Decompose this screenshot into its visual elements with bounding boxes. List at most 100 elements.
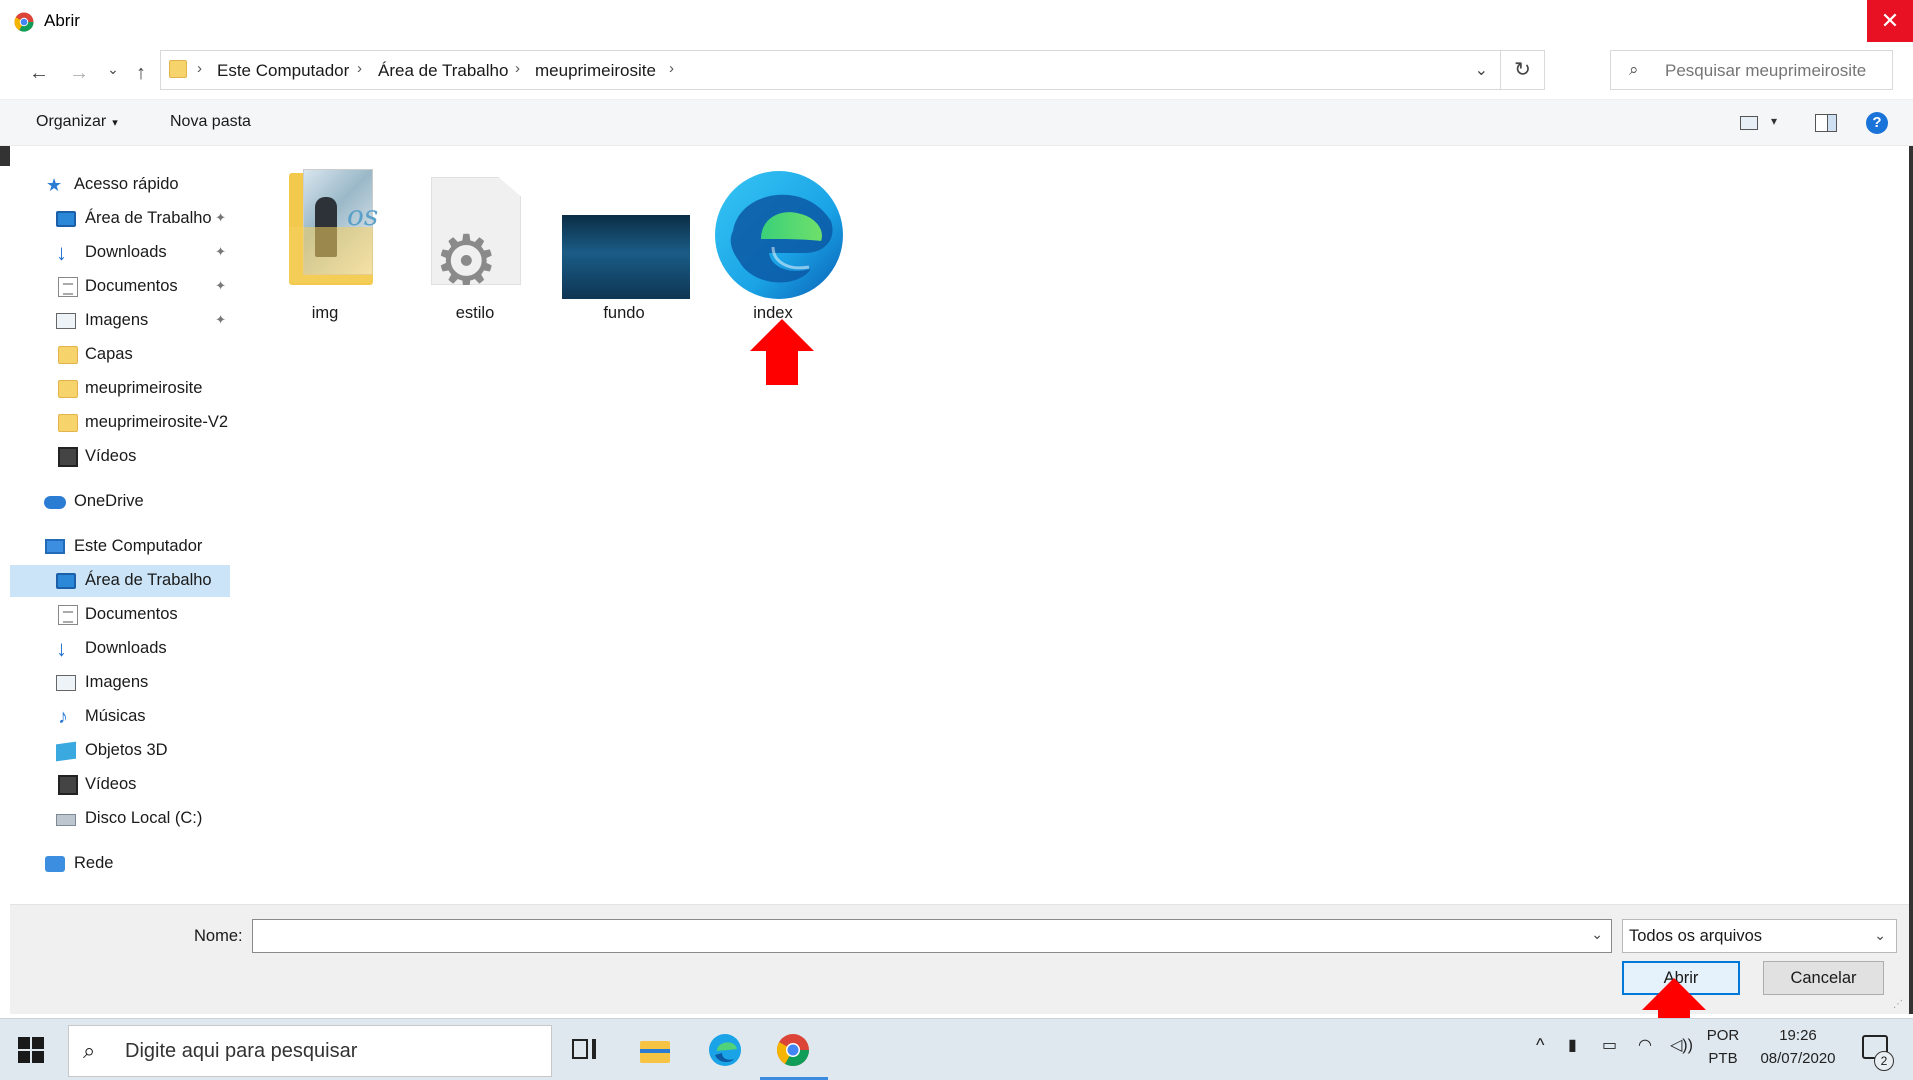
file-name-label: Nome:	[194, 927, 243, 945]
folder-icon	[169, 60, 187, 78]
volume-icon[interactable]: ◁))	[1670, 1035, 1693, 1055]
file-explorer-icon[interactable]	[638, 1033, 672, 1067]
desktop-icon	[56, 211, 76, 227]
windows-start-icon[interactable]	[18, 1037, 44, 1063]
breadcrumb-meuprimeirosite[interactable]: meuprimeirosite	[535, 61, 656, 81]
file-item-fundo[interactable]: fundo	[554, 159, 694, 322]
sidebar-item-label: Downloads	[85, 639, 167, 657]
computer-icon	[45, 539, 65, 554]
sidebar-item-this-pc[interactable]: Este Computador	[10, 531, 230, 563]
videos-icon	[58, 447, 78, 467]
help-icon[interactable]: ?	[1866, 112, 1888, 134]
address-dropdown-button[interactable]: ⌄	[1475, 60, 1488, 80]
breadcrumb-separator: ›	[197, 60, 202, 77]
view-options-icon[interactable]	[1740, 116, 1758, 130]
view-options-caret[interactable]: ▾	[1771, 114, 1777, 128]
keyboard-layout[interactable]: PTB	[1706, 1050, 1740, 1067]
sidebar-item-onedrive[interactable]: OneDrive	[10, 486, 230, 518]
resize-grip-icon[interactable]: ⋰	[1893, 999, 1903, 1010]
taskbar-search-box[interactable]: ⌕ Digite aqui para pesquisar	[68, 1025, 552, 1077]
sidebar-item-label: Rede	[74, 854, 114, 872]
window-border	[1909, 44, 1913, 1014]
file-item-index[interactable]: index	[703, 159, 843, 322]
up-button[interactable]: ↑	[128, 60, 154, 86]
sidebar-item-quick-documents[interactable]: Documentos ✦	[10, 271, 230, 303]
breadcrumb-separator: ›	[669, 60, 674, 77]
3d-objects-icon	[56, 741, 76, 762]
open-file-dialog: Abrir ✕ ← → ⌄ ↑ › Este Computador › Área…	[0, 0, 1913, 1080]
sidebar-item-pc-music[interactable]: ♪ Músicas	[10, 701, 230, 733]
document-icon	[58, 277, 78, 297]
sidebar-item-label: Imagens	[85, 311, 149, 329]
organize-label: Organizar	[36, 113, 107, 130]
recent-locations-button[interactable]: ⌄	[100, 56, 126, 82]
sidebar-item-pc-desktop[interactable]: Área de Trabalho	[10, 565, 230, 597]
sidebar-item-label: Documentos	[85, 605, 178, 623]
file-type-value: Todos os arquivos	[1629, 927, 1762, 945]
sidebar-item-quick-downloads[interactable]: ↓ Downloads ✦	[10, 237, 230, 269]
sidebar-item-quick-videos[interactable]: Vídeos	[10, 441, 230, 473]
file-name: estilo	[455, 304, 495, 322]
navigation-pane: ★ Acesso rápido Área de Trabalho ✦ ↓ Dow…	[10, 147, 233, 907]
css-file-icon: ⚙	[431, 177, 521, 285]
file-item-img[interactable]: os img	[255, 159, 395, 322]
address-bar[interactable]: › Este Computador › Área de Trabalho › m…	[160, 50, 1545, 90]
pictures-icon	[56, 313, 76, 329]
file-item-estilo[interactable]: ⚙ estilo	[405, 159, 545, 322]
breadcrumb-area-de-trabalho[interactable]: Área de Trabalho	[378, 61, 508, 81]
pin-icon: ✦	[215, 244, 226, 259]
search-icon: ⌕	[83, 1038, 96, 1063]
file-name-input[interactable]	[259, 925, 1569, 949]
sidebar-item-meuprimeirosite-v2[interactable]: meuprimeirosite-V2	[10, 407, 230, 439]
new-folder-button[interactable]: Nova pasta	[170, 113, 251, 131]
forward-button[interactable]: →	[66, 60, 92, 86]
sidebar-item-pc-documents[interactable]: Documentos	[10, 599, 230, 631]
sidebar-item-quick-pictures[interactable]: Imagens ✦	[10, 305, 230, 337]
edge-icon[interactable]	[708, 1033, 742, 1067]
download-icon: ↓	[56, 240, 67, 265]
sidebar-item-pc-pictures[interactable]: Imagens	[10, 667, 230, 699]
preview-pane-icon[interactable]	[1815, 114, 1837, 132]
sidebar-item-pc-videos[interactable]: Vídeos	[10, 769, 230, 801]
sidebar-item-capas[interactable]: Capas	[10, 339, 230, 371]
sidebar-item-network[interactable]: Rede	[10, 848, 230, 880]
sidebar-item-label: Músicas	[85, 707, 146, 725]
sidebar-item-quick-access[interactable]: ★ Acesso rápido	[10, 169, 230, 201]
search-icon: ⌕	[1629, 60, 1639, 79]
refresh-icon: ↻	[1514, 59, 1531, 81]
sidebar-item-label: meuprimeirosite	[85, 379, 203, 397]
breadcrumb-este-computador[interactable]: Este Computador	[217, 61, 349, 81]
language-code[interactable]: POR	[1706, 1027, 1740, 1044]
sidebar-item-label: Área de Trabalho	[85, 209, 212, 227]
organize-menu[interactable]: Organizar ▾	[36, 113, 118, 131]
search-input[interactable]	[1665, 59, 1885, 83]
refresh-button[interactable]: ↻	[1500, 51, 1544, 89]
search-box[interactable]: ⌕	[1610, 50, 1893, 90]
microphone-icon[interactable]: ▮	[1568, 1035, 1577, 1055]
clock-date[interactable]: 08/07/2020	[1752, 1050, 1844, 1067]
sidebar-item-pc-downloads[interactable]: ↓ Downloads	[10, 633, 230, 665]
wifi-icon[interactable]: ◠	[1638, 1035, 1652, 1055]
music-icon: ♪	[58, 706, 68, 728]
back-button[interactable]: ←	[26, 60, 52, 86]
edge-icon	[715, 171, 843, 299]
close-button[interactable]: ✕	[1867, 0, 1913, 42]
sidebar-item-quick-desktop[interactable]: Área de Trabalho ✦	[10, 203, 230, 235]
battery-icon[interactable]: ▭	[1602, 1035, 1617, 1055]
cancel-button[interactable]: Cancelar	[1763, 961, 1884, 995]
clock-time[interactable]: 19:26	[1752, 1027, 1844, 1044]
show-hidden-icons-chevron-icon[interactable]: ^	[1536, 1035, 1544, 1056]
sidebar-item-meuprimeirosite[interactable]: meuprimeirosite	[10, 373, 230, 405]
sidebar-item-label: Downloads	[85, 243, 167, 261]
task-view-icon[interactable]	[568, 1033, 602, 1067]
chevron-down-icon[interactable]: ⌄	[1591, 926, 1603, 943]
arrow-up-icon: ↑	[136, 62, 146, 84]
sidebar-item-local-disk[interactable]: Disco Local (C:)	[10, 803, 230, 835]
file-type-select[interactable]: Todos os arquivos ⌄	[1622, 919, 1897, 953]
chrome-icon[interactable]	[776, 1033, 810, 1067]
sidebar-item-label: Disco Local (C:)	[85, 809, 203, 827]
file-name-field[interactable]: ⌄	[252, 919, 1612, 953]
sidebar-item-label: Documentos	[85, 277, 178, 295]
sidebar-item-pc-3d-objects[interactable]: Objetos 3D	[10, 735, 230, 767]
pin-icon: ✦	[215, 312, 226, 327]
